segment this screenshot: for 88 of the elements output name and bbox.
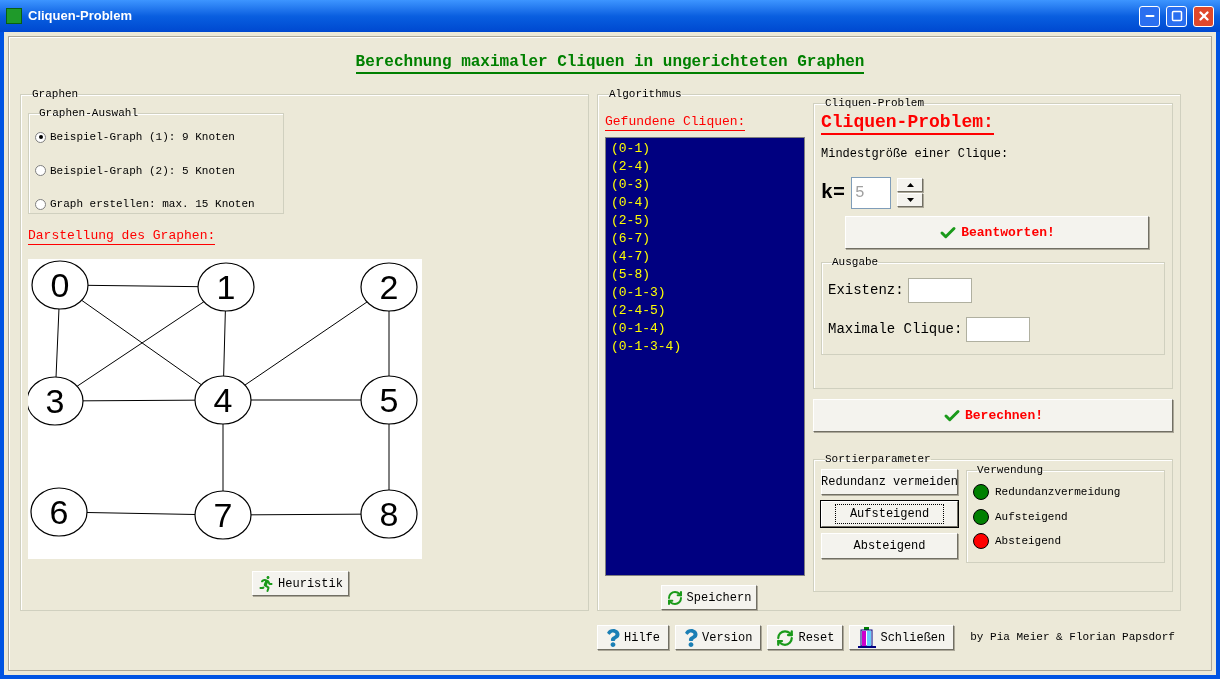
radio-button[interactable] [35, 131, 46, 143]
clique-item[interactable]: (0-1-3) [611, 284, 666, 302]
door-icon [858, 626, 877, 649]
group-title: Sortierparameter [825, 454, 931, 465]
answer-button[interactable]: Beantworten! [845, 216, 1149, 249]
group-title: Ausgabe [832, 257, 879, 268]
up-arrow-icon [906, 183, 914, 187]
node-circle [194, 490, 252, 540]
clique-item[interactable]: (4-7) [611, 248, 650, 266]
compute-label: Berechnen! [965, 406, 1043, 425]
page-heading: Berechnung maximaler Cliquen in ungerichteten Graphen [355, 52, 865, 74]
save-button[interactable]: Speichern [661, 585, 757, 610]
existence-label: Existenz: [828, 281, 904, 300]
node-label: 2 [379, 268, 399, 306]
node-label: 6 [49, 493, 69, 531]
radio-label[interactable]: Beispiel-Graph (2): 5 Knoten [50, 162, 235, 179]
max-clique-field[interactable] [966, 317, 1031, 342]
group-title: Verwendung [977, 465, 1043, 476]
clique-item[interactable]: (0-1) [611, 140, 650, 158]
group-title: Graphen [32, 89, 79, 100]
app-icon [6, 8, 22, 24]
footer-button[interactable]: Hilfe [597, 625, 669, 650]
sort-button[interactable]: Aufsteigend [821, 501, 958, 527]
node-circle [360, 489, 418, 539]
k-label: k= [821, 180, 845, 206]
radio-label[interactable]: Beispiel-Graph (1): 9 Knoten [50, 129, 235, 146]
node-label: 7 [213, 496, 233, 534]
clique-item[interactable]: (2-4-5) [611, 302, 666, 320]
min-size-label: Mindestgröße einer Clique: [821, 146, 1010, 163]
node-label: 3 [45, 382, 65, 420]
status-label: Absteigend [995, 534, 1061, 549]
group-title: Graphen-Auswahl [39, 108, 139, 119]
graph-edge [223, 310, 226, 377]
help-icon [684, 628, 698, 647]
node-label: 5 [379, 381, 399, 419]
compute-button[interactable]: Berechnen! [813, 399, 1173, 432]
clique-item[interactable]: (2-4) [611, 158, 650, 176]
refresh-icon [666, 589, 683, 606]
footer-button[interactable]: Schließen [849, 625, 955, 650]
radio-button[interactable] [35, 165, 46, 177]
close-button[interactable] [1193, 5, 1214, 27]
max-clique-label: Maximale Clique: [828, 320, 963, 339]
graph-display-label: Darstellung des Graphen: [28, 228, 216, 245]
graph-edge [388, 423, 390, 491]
refresh-icon [776, 628, 795, 647]
footer-button[interactable]: Version [675, 625, 762, 650]
footer-button[interactable]: Reset [767, 625, 844, 650]
node-label: 1 [216, 268, 236, 306]
clique-item[interactable]: (0-1-4) [611, 320, 666, 338]
graph-edge [388, 310, 390, 377]
node-circle [197, 262, 255, 312]
clique-item[interactable]: (0-1-3-4) [611, 338, 682, 356]
radio-button[interactable] [35, 198, 46, 210]
clique-item[interactable]: (6-7) [611, 230, 650, 248]
clique-item[interactable]: (2-5) [611, 212, 650, 230]
node-label: 0 [50, 266, 70, 304]
node-label: 4 [213, 381, 233, 419]
spinner[interactable] [897, 178, 923, 208]
clique-item[interactable]: (0-4) [611, 194, 650, 212]
sort-button[interactable]: Redundanz vermeiden [821, 469, 958, 495]
close-icon [1196, 9, 1211, 23]
node-label: 8 [379, 495, 399, 533]
heuristic-button[interactable]: Heuristik [252, 571, 349, 596]
status-label: Redundanzvermeidung [995, 485, 1121, 500]
clique-item[interactable]: (5-8) [611, 266, 650, 284]
sort-button[interactable]: Absteigend [821, 533, 958, 559]
node-circle [194, 375, 252, 425]
status-label: Aufsteigend [995, 509, 1068, 525]
credit-text: by Pia Meier & Florian Papsdorf [970, 630, 1175, 646]
help-icon [606, 628, 620, 647]
graph-edge [222, 423, 224, 492]
group-title: Cliquen-Problem [825, 98, 925, 109]
clique-item[interactable]: (0-3) [611, 176, 650, 194]
node-circle [360, 375, 418, 425]
maximize-button[interactable] [1166, 5, 1187, 27]
group-title: Algorithmus [609, 89, 682, 100]
minimize-button[interactable] [1139, 5, 1160, 27]
found-cliques-label: Gefundene Cliquen: [605, 114, 746, 131]
running-figure-icon [258, 575, 275, 592]
radio-label[interactable]: Graph erstellen: max. 15 Knoten [50, 196, 255, 213]
node-circle [360, 262, 418, 312]
down-arrow-icon [906, 198, 914, 202]
window-title: Cliquen-Problem [28, 7, 133, 26]
graph-edge [55, 308, 60, 378]
maximize-icon [1170, 10, 1183, 22]
problem-heading: Cliquen-Problem: [821, 111, 994, 135]
existence-field[interactable] [907, 278, 972, 303]
answer-label: Beantworten! [961, 223, 1055, 242]
